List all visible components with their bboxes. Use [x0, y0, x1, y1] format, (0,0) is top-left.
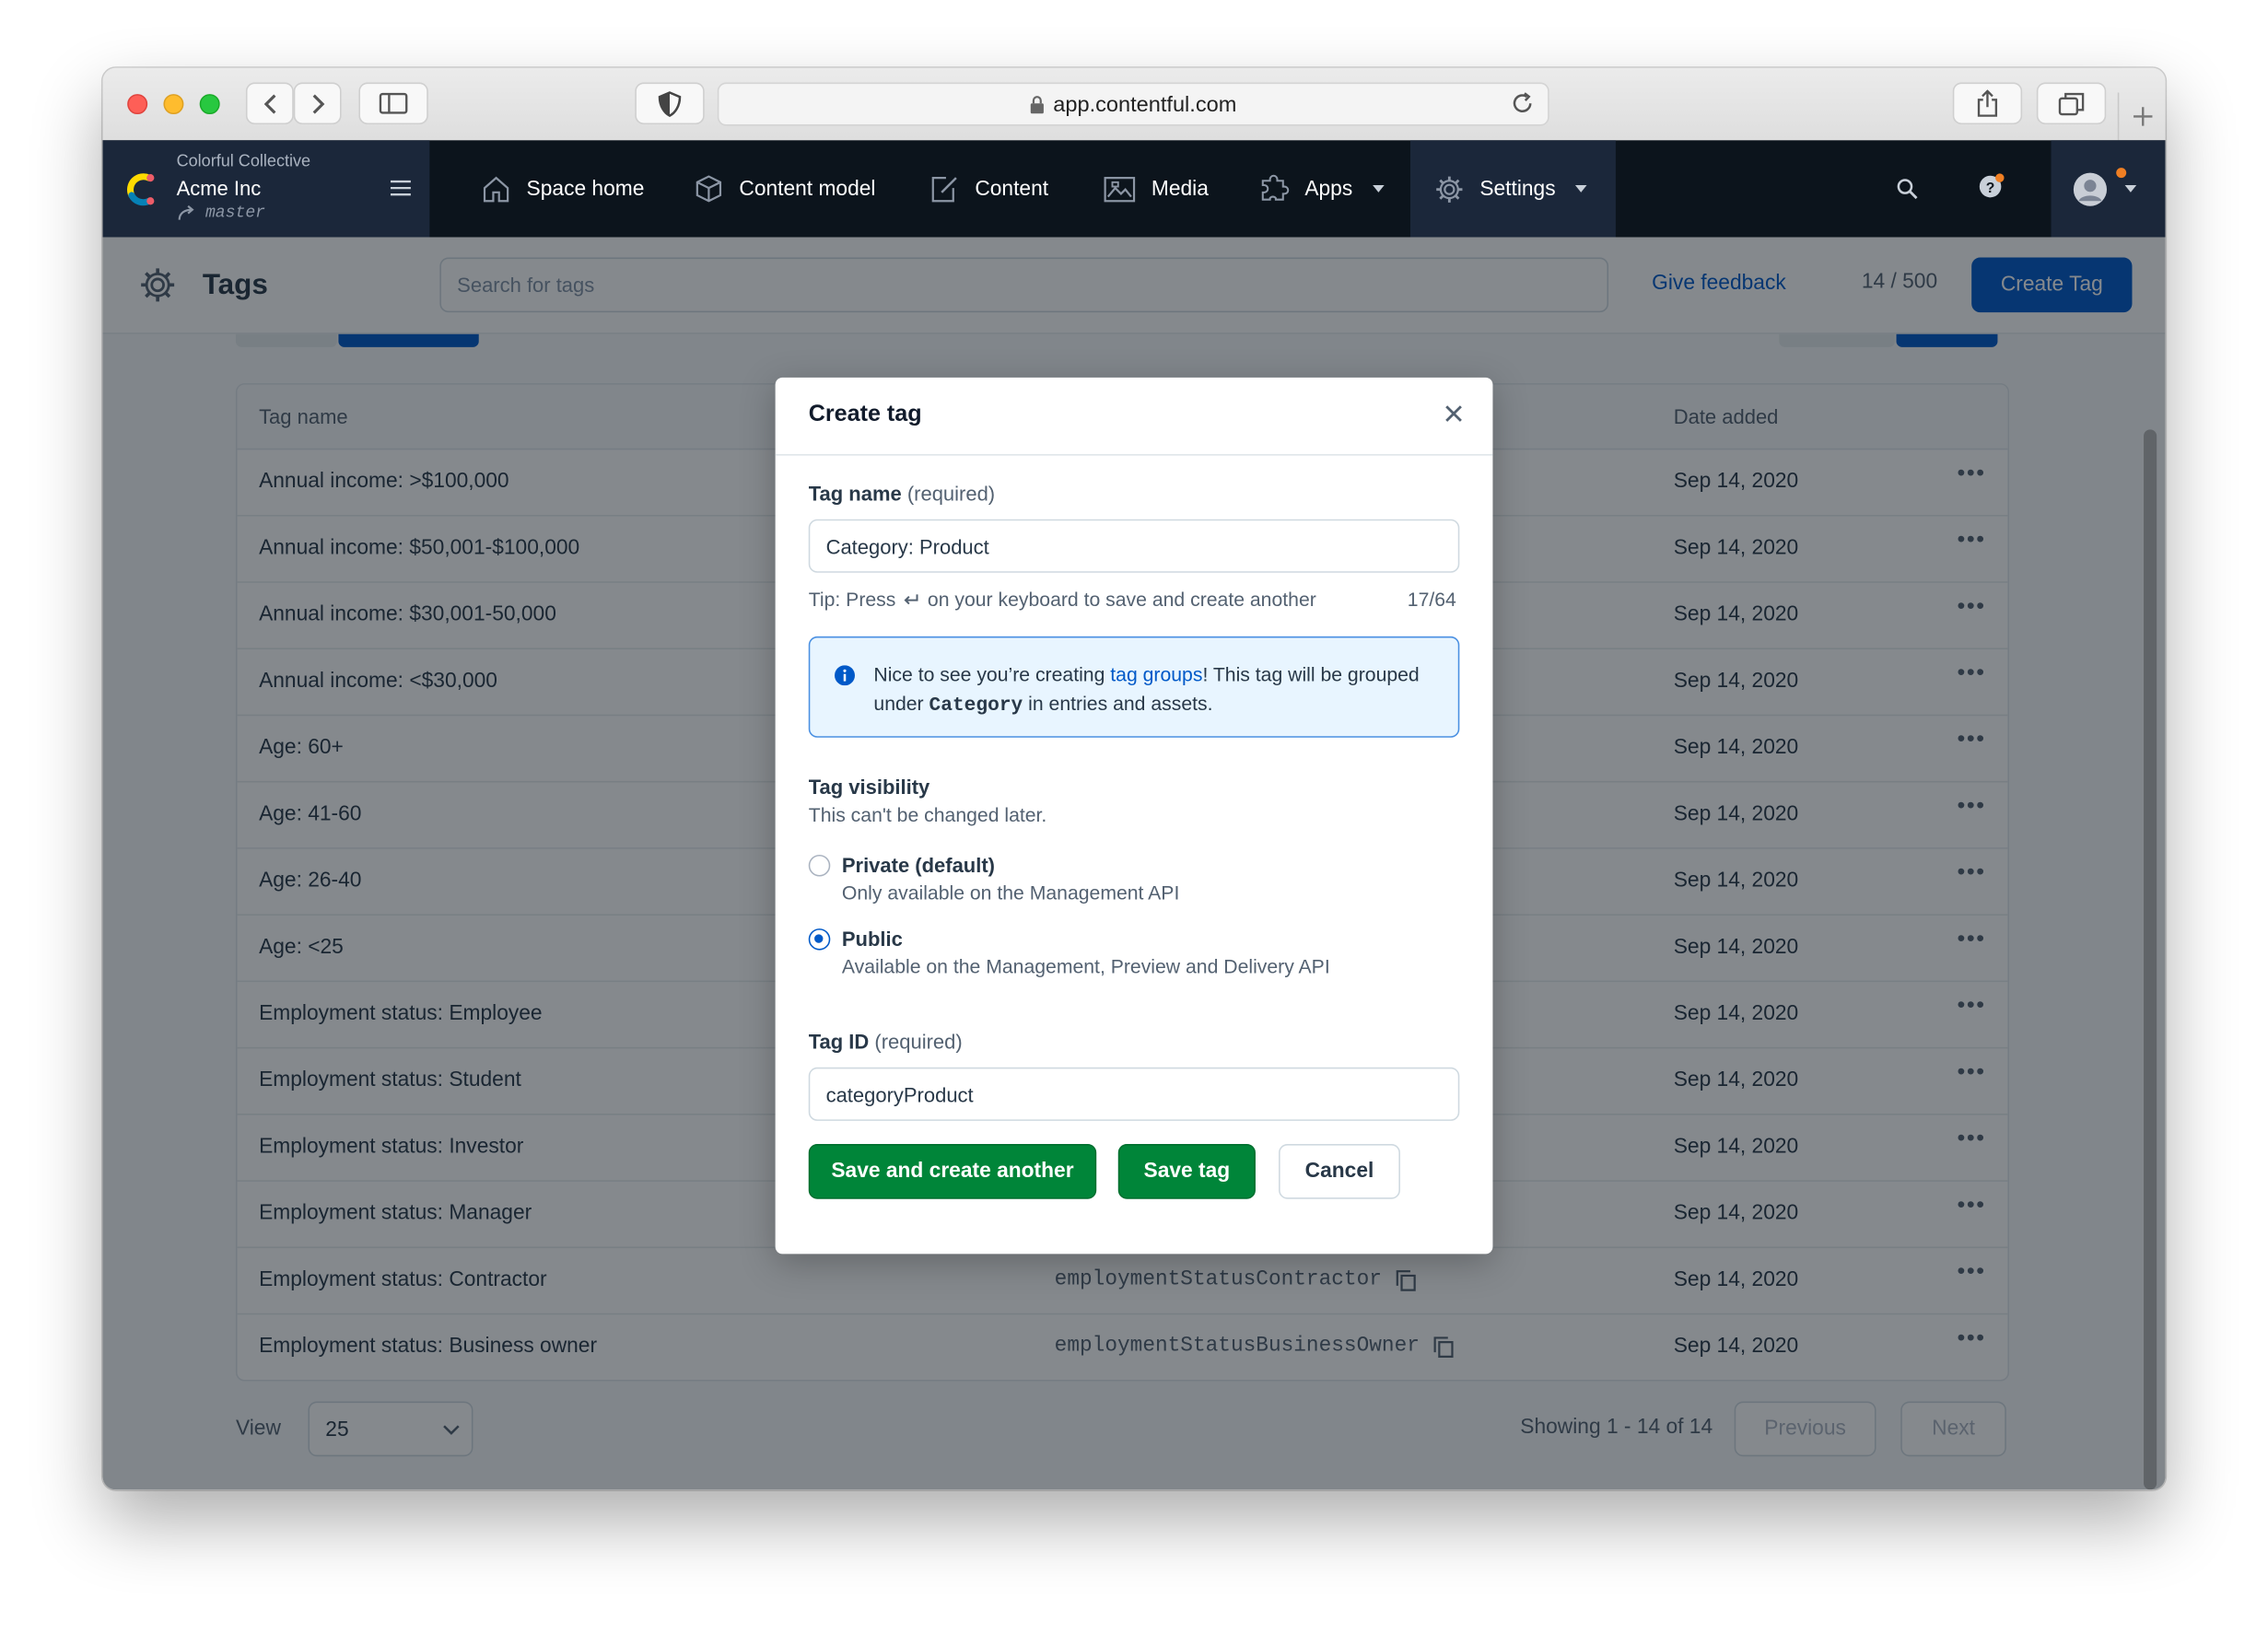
environment-name: master: [205, 204, 266, 223]
tag-name-label-text: Tag name: [808, 481, 902, 505]
character-count: 17/64: [1407, 589, 1456, 611]
nav-media[interactable]: Media: [1102, 140, 1209, 237]
lock-icon: [1030, 95, 1045, 113]
nav-label: Space home: [526, 177, 645, 201]
minimize-window-button[interactable]: [163, 94, 184, 115]
notification-dot: [2116, 168, 2127, 179]
chevron-left-icon: [263, 93, 275, 113]
nav-label: Content model: [739, 177, 876, 201]
dialog-header: Create tag: [775, 378, 1493, 456]
content-model-icon: [696, 174, 722, 202]
shield-icon: [658, 90, 682, 117]
account-menu[interactable]: [2051, 140, 2166, 238]
environment-label: master: [177, 204, 266, 223]
url-text: app.contentful.com: [1053, 91, 1237, 117]
svg-text:?: ?: [1986, 181, 1995, 196]
home-icon: [483, 175, 509, 202]
media-icon: [1104, 176, 1136, 202]
address-bar[interactable]: app.contentful.com: [717, 82, 1549, 126]
tag-id-label: Tag ID (required): [809, 1030, 963, 1053]
keyboard-tip: Tip: Press on your keyboard to save and …: [809, 589, 1316, 611]
create-tag-dialog: Create tag Tag name (required) Category:…: [775, 377, 1493, 1255]
settings-icon: [1436, 175, 1463, 203]
info-icon: [835, 665, 855, 686]
tip-suffix: on your keyboard to save and create anot…: [927, 589, 1316, 611]
privacy-shield-button[interactable]: [635, 82, 705, 125]
browser-toolbar: app.contentful.com: [102, 67, 2166, 142]
cancel-button[interactable]: Cancel: [1279, 1144, 1400, 1199]
public-option-description: Available on the Management, Preview and…: [841, 955, 1330, 978]
tip-prefix: Tip: Press: [808, 589, 896, 611]
close-icon[interactable]: [1444, 403, 1464, 424]
nav-content-model[interactable]: Content model: [693, 140, 875, 237]
public-radio[interactable]: [808, 928, 831, 951]
note-part: Nice to see you’re creating: [873, 663, 1111, 686]
group-name: Category: [929, 694, 1023, 718]
tag-groups-note: Nice to see you’re creating tag groups! …: [808, 636, 1460, 738]
caret-down-icon: [2124, 184, 2137, 193]
content-icon: [931, 176, 957, 202]
nav-label: Apps: [1304, 177, 1353, 201]
note-part: in entries and assets.: [1023, 692, 1213, 714]
new-tab-button[interactable]: [2117, 92, 2166, 141]
private-radio[interactable]: [808, 854, 831, 877]
zoom-window-button[interactable]: [199, 94, 220, 115]
share-icon: [1977, 89, 1998, 117]
nav-space-home[interactable]: Space home: [480, 140, 644, 237]
save-and-create-another-button[interactable]: Save and create another: [808, 1144, 1097, 1199]
sidebar-toggle-button[interactable]: [358, 82, 428, 125]
nav-apps[interactable]: Apps: [1258, 140, 1385, 237]
dialog-title: Create tag: [808, 402, 922, 427]
sidebar-icon: [379, 92, 408, 114]
nav-label: Content: [975, 177, 1049, 201]
private-option-label[interactable]: Private (default): [842, 853, 995, 876]
app-navigation: Colorful Collective Acme Inc master Spac…: [102, 140, 2166, 238]
caret-down-icon: [1373, 184, 1385, 193]
tag-visibility-label: Tag visibility: [808, 775, 930, 799]
required-hint: (required): [906, 481, 996, 505]
chevron-right-icon: [311, 93, 324, 113]
search-icon[interactable]: [1897, 178, 1919, 200]
plus-icon: [2134, 107, 2153, 126]
scrollbar[interactable]: [2144, 429, 2157, 1490]
organization-name: Colorful Collective: [176, 153, 311, 171]
tag-visibility-hint: This can't be changed later.: [808, 804, 1047, 826]
space-name: Acme Inc: [176, 176, 262, 200]
tabs-overview-button[interactable]: [2036, 82, 2107, 125]
nav-content[interactable]: Content: [929, 140, 1048, 237]
help-icon[interactable]: ?: [1977, 172, 2005, 201]
environment-icon: [178, 204, 194, 219]
caret-down-icon: [1575, 184, 1588, 193]
tag-name-label: Tag name (required): [809, 482, 995, 505]
nav-label: Media: [1151, 177, 1209, 201]
tag-id-label-text: Tag ID: [808, 1029, 870, 1054]
tabs-icon: [2058, 92, 2085, 115]
avatar: [2073, 172, 2107, 206]
return-key-icon: [904, 593, 918, 604]
tag-id-input[interactable]: categoryProduct: [808, 1067, 1460, 1121]
menu-icon[interactable]: [390, 180, 411, 197]
required-hint: (required): [874, 1029, 963, 1054]
back-button[interactable]: [245, 82, 294, 125]
public-option-label[interactable]: Public: [842, 927, 903, 950]
nav-settings[interactable]: Settings: [1409, 140, 1617, 238]
forward-button[interactable]: [293, 82, 342, 125]
space-switcher[interactable]: Colorful Collective Acme Inc master: [102, 140, 430, 238]
close-window-button[interactable]: [127, 94, 148, 115]
save-tag-button[interactable]: Save tag: [1117, 1144, 1256, 1199]
share-button[interactable]: [1952, 82, 2023, 125]
apps-icon: [1261, 173, 1290, 200]
tag-groups-link[interactable]: tag groups: [1110, 664, 1202, 686]
tag-name-input[interactable]: Category: Product: [808, 519, 1460, 573]
nav-label: Settings: [1479, 177, 1556, 201]
contentful-logo-icon: [126, 173, 155, 206]
reload-icon[interactable]: [1510, 91, 1535, 122]
private-option-description: Only available on the Management API: [841, 881, 1180, 905]
note-text: Nice to see you’re creating tag groups! …: [873, 661, 1437, 720]
